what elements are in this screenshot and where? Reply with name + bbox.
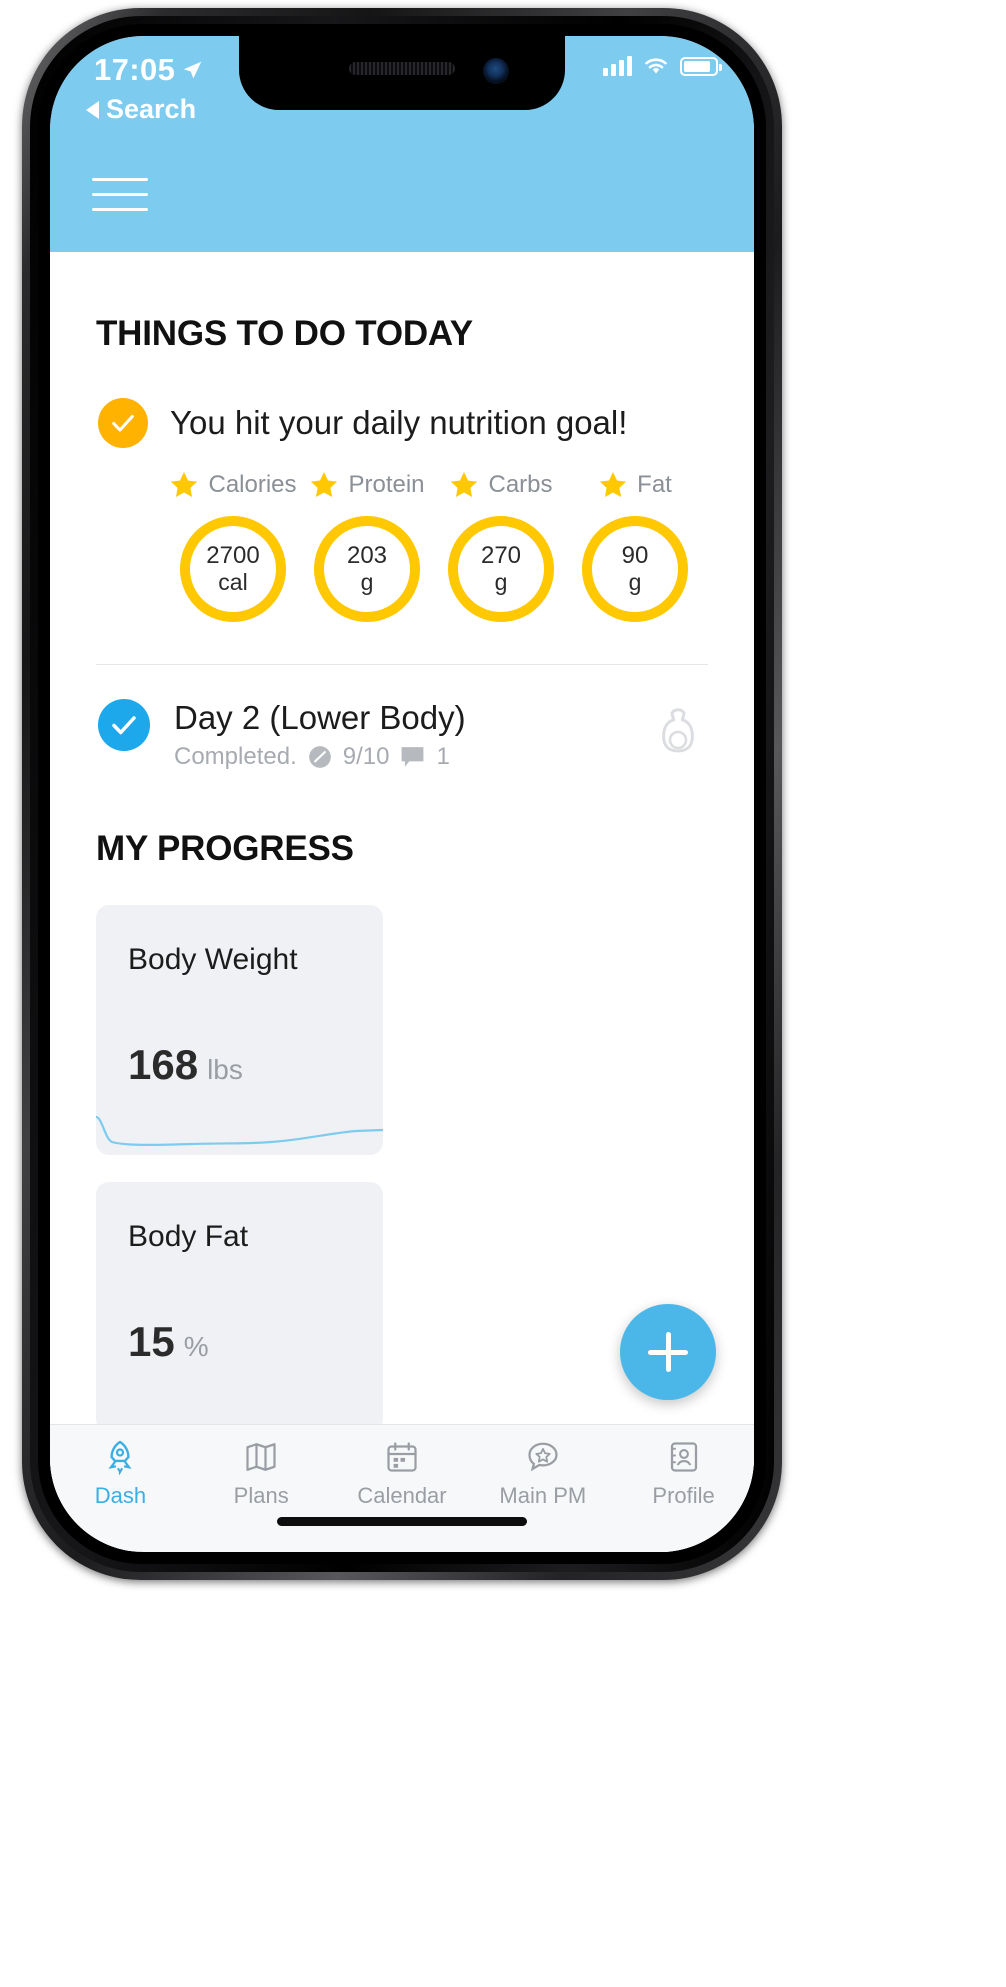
- tab-label: Calendar: [357, 1483, 447, 1508]
- device-notch: [239, 36, 565, 110]
- macro-ring: 2700 cal: [180, 516, 286, 622]
- star-icon: [600, 472, 627, 497]
- nutrition-goal-message: You hit your daily nutrition goal!: [170, 404, 628, 441]
- tab-label: Profile: [652, 1483, 715, 1508]
- workout-title: Day 2 (Lower Body): [174, 699, 466, 736]
- workout-text: Day 2 (Lower Body) Completed. 9/10 1: [174, 699, 466, 771]
- battery-icon: [680, 56, 722, 76]
- card-value: 168: [128, 1041, 199, 1088]
- macro-value: 270: [480, 541, 522, 569]
- macro-ring: 203 g: [314, 516, 420, 622]
- star-icon: [311, 472, 338, 497]
- macro-unit: cal: [218, 568, 248, 595]
- macro-grid: Calories 2700 cal Protein 203 g Carbs 27…: [166, 470, 754, 622]
- status-time-group: 17:05: [94, 52, 203, 88]
- wifi-icon: [645, 58, 667, 74]
- card-value: 15: [128, 1318, 175, 1365]
- location-arrow-icon: [184, 61, 202, 78]
- tab-main-pm[interactable]: Main PM: [472, 1439, 613, 1509]
- card-value-group: 15 %: [128, 1318, 209, 1366]
- chevron-left-icon: [86, 100, 99, 119]
- macro-unit: g: [628, 568, 642, 595]
- status-time: 17:05: [94, 52, 176, 87]
- phone-device: 17:05 Search THINGS TO DO TODAY You hit …: [22, 8, 782, 1580]
- things-to-do-title: THINGS TO DO TODAY: [96, 314, 473, 353]
- tab-label: Dash: [94, 1483, 147, 1508]
- map-icon: [246, 1443, 276, 1471]
- macro-ring: 90 g: [582, 516, 688, 622]
- workout-row[interactable]: Day 2 (Lower Body) Completed. 9/10 1: [98, 699, 754, 771]
- macro-header: Protein: [309, 470, 425, 500]
- workout-comment-count: 1: [436, 743, 450, 770]
- back-label: Search: [106, 94, 197, 124]
- macro-item-carbs[interactable]: Carbs 270 g: [434, 470, 568, 622]
- nutrition-goal-row[interactable]: You hit your daily nutrition goal!: [98, 398, 754, 448]
- status-indicators: [603, 56, 722, 76]
- macro-label: Protein: [348, 471, 425, 498]
- tab-calendar[interactable]: Calendar: [332, 1439, 473, 1509]
- card-title: Body Weight: [128, 943, 298, 976]
- macro-value: 90: [621, 541, 649, 569]
- tab-plans[interactable]: Plans: [191, 1439, 332, 1509]
- macro-ring: 270 g: [448, 516, 554, 622]
- star-icon: [171, 472, 198, 497]
- gauge-icon: [308, 746, 331, 768]
- hamburger-menu-icon[interactable]: [92, 178, 148, 223]
- contact-card-icon: [670, 1442, 697, 1472]
- phone-midframe: 17:05 Search THINGS TO DO TODAY You hit …: [30, 16, 774, 1572]
- scroll-content[interactable]: THINGS TO DO TODAY You hit your daily nu…: [50, 252, 754, 1552]
- macro-unit: g: [360, 568, 374, 595]
- card-title: Body Fat: [128, 1220, 249, 1253]
- tab-label: Main PM: [499, 1483, 587, 1508]
- macro-value: 2700: [206, 541, 260, 569]
- tab-dash[interactable]: Dash: [50, 1439, 191, 1509]
- app-header: [50, 164, 754, 252]
- macro-label: Calories: [208, 471, 297, 498]
- comment-icon: [402, 747, 424, 767]
- workout-score: 9/10: [342, 743, 390, 770]
- macro-label: Fat: [637, 471, 672, 498]
- earpiece-speaker: [349, 62, 455, 75]
- macro-header: Carbs: [449, 470, 553, 500]
- screenshot-root: 17:05 Search THINGS TO DO TODAY You hit …: [0, 0, 1006, 1987]
- check-circle-icon: [98, 398, 148, 448]
- sparkline-icon: [96, 1115, 383, 1146]
- check-circle-icon: [98, 699, 150, 751]
- my-progress-title: MY PROGRESS: [96, 829, 354, 868]
- macro-unit: g: [494, 568, 508, 595]
- calendar-icon: [387, 1442, 417, 1472]
- front-camera: [483, 58, 509, 84]
- rocket-icon: [108, 1440, 133, 1475]
- add-button[interactable]: [620, 1304, 716, 1400]
- phone-screen: 17:05 Search THINGS TO DO TODAY You hit …: [50, 36, 754, 1552]
- macro-item-calories[interactable]: Calories 2700 cal: [166, 470, 300, 622]
- macro-label: Carbs: [488, 471, 553, 498]
- card-unit: lbs: [207, 1054, 243, 1085]
- chat-star-icon: [528, 1442, 558, 1472]
- back-to-search-link[interactable]: Search: [86, 94, 196, 125]
- bottom-tab-bar: Dash Plans Calendar Main PM Profile: [50, 1424, 754, 1552]
- workout-meta: Completed. 9/10 1: [174, 743, 466, 771]
- card-value-group: 168 lbs: [128, 1041, 243, 1089]
- macro-item-fat[interactable]: Fat 90 g: [568, 470, 702, 622]
- home-indicator[interactable]: [277, 1517, 527, 1526]
- progress-card-body-weight[interactable]: Body Weight 168 lbs: [96, 905, 383, 1155]
- tab-label: Plans: [233, 1483, 289, 1508]
- tab-profile[interactable]: Profile: [613, 1439, 754, 1509]
- progress-card-body-fat[interactable]: Body Fat 15 %: [96, 1182, 383, 1432]
- phone-bezel: 17:05 Search THINGS TO DO TODAY You hit …: [38, 24, 766, 1564]
- cellular-bars-icon: [603, 56, 632, 76]
- macro-header: Fat: [598, 470, 672, 500]
- kettlebell-icon: [662, 708, 694, 753]
- workout-status: Completed.: [174, 743, 297, 770]
- star-icon: [451, 472, 478, 497]
- section-divider: [96, 664, 708, 665]
- macro-item-protein[interactable]: Protein 203 g: [300, 470, 434, 622]
- card-unit: %: [183, 1331, 209, 1362]
- macro-header: Calories: [169, 470, 297, 500]
- macro-value: 203: [346, 541, 388, 569]
